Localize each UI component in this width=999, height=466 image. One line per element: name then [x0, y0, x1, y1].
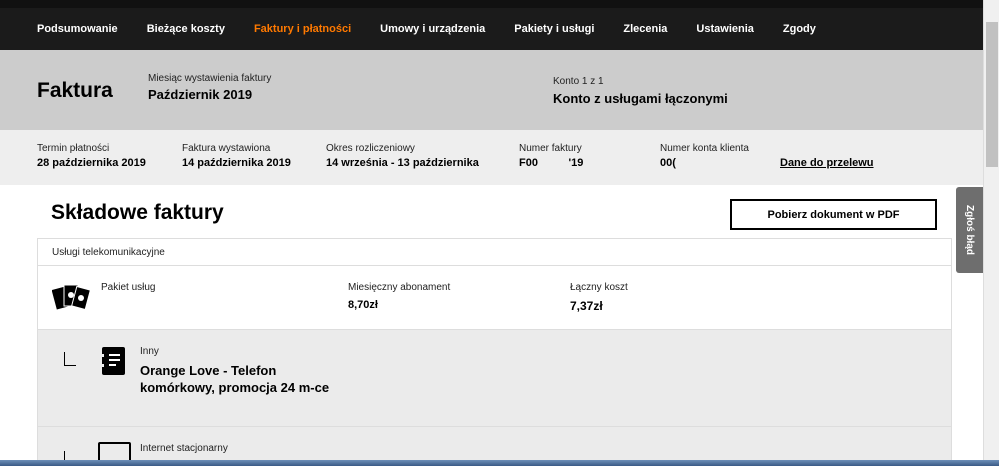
- due-value: 28 października 2019: [37, 157, 146, 169]
- client-number-value: 00(: [660, 157, 676, 169]
- package-row[interactable]: Pakiet usług Miesięczny abonament 8,70zł…: [37, 266, 952, 330]
- nav-ustawienia[interactable]: Ustawienia: [696, 23, 753, 35]
- taskbar: [0, 460, 999, 466]
- issued-label: Faktura wystawiona: [182, 143, 271, 154]
- month-label: Miesiąc wystawienia faktury: [148, 73, 272, 84]
- section-title: Składowe faktury: [51, 201, 224, 224]
- issued-value: 14 października 2019: [182, 157, 291, 169]
- group-header: Usługi telekomunikacyjne: [37, 238, 952, 266]
- nav-biezace-koszty[interactable]: Bieżące koszty: [147, 23, 225, 35]
- top-navigation: Podsumowanie Bieżące koszty Faktury i pł…: [0, 0, 983, 50]
- total-value: 7,37zł: [570, 299, 603, 313]
- group-label: Usługi telekomunikacyjne: [52, 247, 165, 258]
- item-category: Inny: [140, 346, 159, 357]
- invoice-header: Faktura Miesiąc wystawienia faktury Paźd…: [0, 50, 983, 130]
- item-row[interactable]: Internet stacjonarny: [37, 427, 952, 460]
- document-icon: [101, 347, 125, 375]
- package-name: Pakiet usług: [101, 282, 156, 293]
- period-value: 14 września - 13 października: [326, 157, 479, 169]
- download-pdf-button[interactable]: Pobierz dokument w PDF: [730, 199, 937, 230]
- item-row[interactable]: Inny Orange Love - Telefon komórkowy, pr…: [37, 330, 952, 427]
- nav-pakiety[interactable]: Pakiety i usługi: [514, 23, 594, 35]
- tree-branch-icon: [64, 451, 76, 460]
- page-title: Faktura: [37, 79, 113, 102]
- scrollbar[interactable]: [983, 0, 999, 460]
- nav-zlecenia[interactable]: Zlecenia: [623, 23, 667, 35]
- monthly-label: Miesięczny abonament: [348, 282, 451, 293]
- nav-umowy[interactable]: Umowy i urządzenia: [380, 23, 485, 35]
- client-number-label: Numer konta klienta: [660, 143, 749, 154]
- period-label: Okres rozliczeniowy: [326, 143, 415, 154]
- report-error-button[interactable]: Zgłoś błąd: [956, 187, 983, 273]
- nav-zgody[interactable]: Zgody: [783, 23, 816, 35]
- nav-faktury[interactable]: Faktury i płatności: [254, 23, 351, 35]
- scrollbar-thumb[interactable]: [986, 22, 998, 167]
- total-label: Łączny koszt: [570, 282, 628, 293]
- invoice-info: Termin płatności 28 października 2019 Fa…: [0, 130, 983, 185]
- router-icon: [98, 442, 131, 460]
- tree-branch-icon: [64, 352, 76, 366]
- invoice-number-label: Numer faktury: [519, 143, 582, 154]
- item-category: Internet stacjonarny: [140, 443, 228, 454]
- account-label: Konto 1 z 1: [553, 76, 604, 87]
- monthly-value: 8,70zł: [348, 299, 378, 311]
- transfer-details-link[interactable]: Dane do przelewu: [780, 157, 874, 169]
- due-label: Termin płatności: [37, 143, 110, 154]
- cards-icon: [52, 284, 90, 311]
- item-name: Orange Love - Telefon komórkowy, promocj…: [140, 363, 330, 395]
- invoice-number-value: F00 '19: [519, 157, 584, 169]
- nav-podsumowanie[interactable]: Podsumowanie: [37, 23, 118, 35]
- month-select[interactable]: Październik 2019: [148, 87, 252, 102]
- account-value: Konto z usługami łączonymi: [553, 91, 728, 106]
